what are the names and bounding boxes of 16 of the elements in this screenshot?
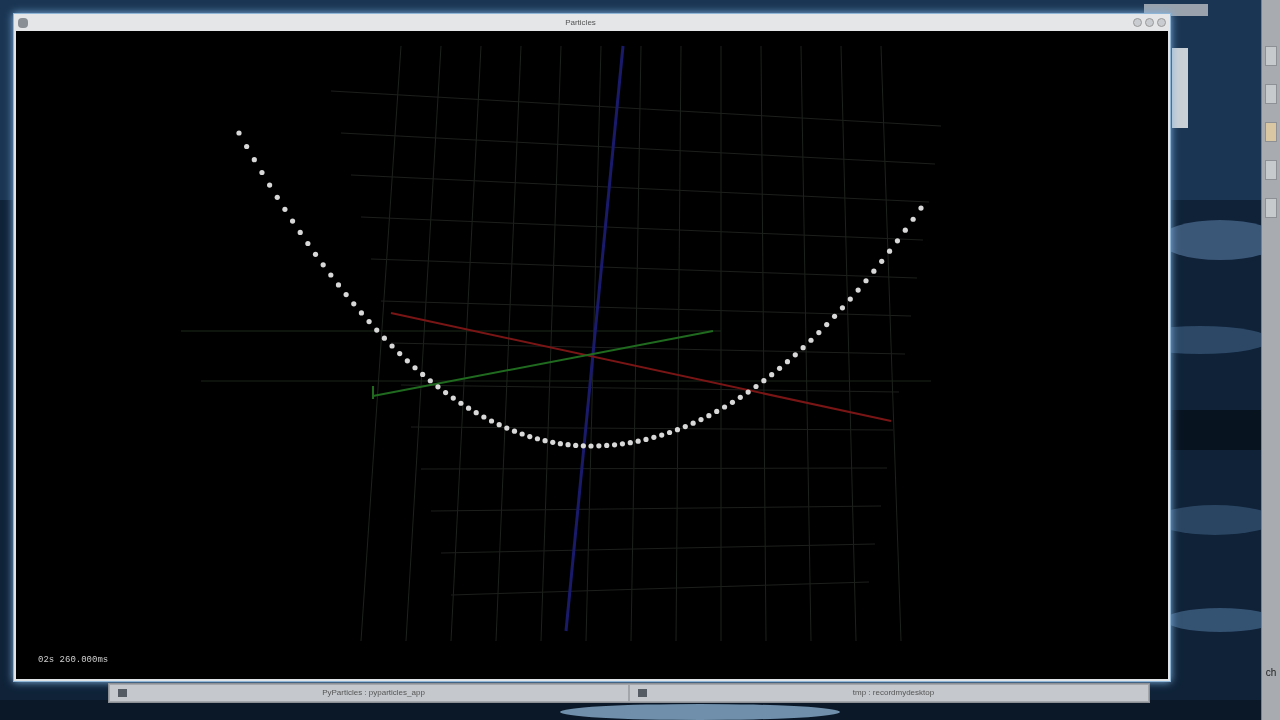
window-icon	[118, 689, 127, 697]
timer-text: 02s 260.000ms	[38, 653, 109, 667]
taskbar-button[interactable]: tmp : recordmydesktop	[629, 684, 1149, 702]
app-icon	[18, 17, 28, 28]
taskbar-button[interactable]: PyParticles : pyparticles_app	[109, 684, 629, 702]
panel-icon[interactable]	[1265, 46, 1277, 66]
language-indicator[interactable]: ch	[1265, 665, 1277, 680]
panel-icon[interactable]	[1265, 198, 1277, 218]
panel-icon[interactable]	[1265, 84, 1277, 104]
minimize-button[interactable]	[1133, 18, 1142, 27]
window-title: Particles	[565, 16, 596, 29]
maximize-button[interactable]	[1145, 18, 1154, 27]
panel-icon[interactable]	[1265, 160, 1277, 180]
panel-icon[interactable]	[1265, 122, 1277, 142]
close-button[interactable]	[1157, 18, 1166, 27]
window-icon	[638, 689, 647, 697]
